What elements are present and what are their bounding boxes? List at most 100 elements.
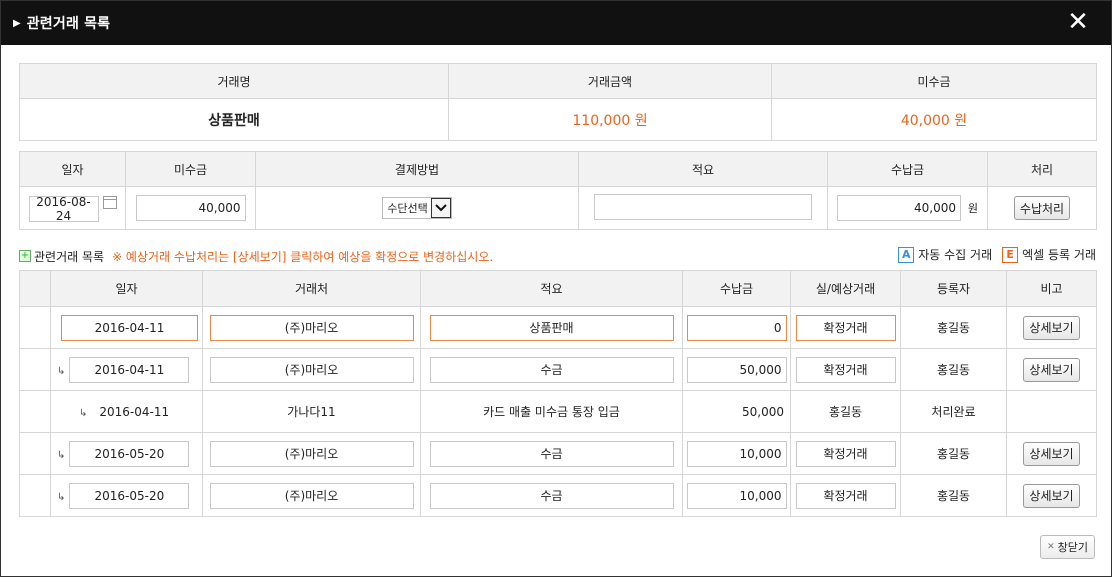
date-cell: ↳ 2016-04-11 — [50, 390, 203, 433]
amount-field[interactable]: 10,000 — [686, 482, 787, 509]
payment-outstanding-input[interactable]: 40,000 — [135, 195, 246, 221]
payment-table: 일자 미수금 결제방법 적요 수납금 처리 2016-08-24 40,000 … — [19, 151, 1097, 230]
triangle-icon: ▶ — [13, 17, 21, 29]
list-header-amount: 수납금 — [682, 270, 791, 307]
payment-received-input[interactable]: 40,000 — [837, 195, 962, 221]
date-cell: ↳ 2016-05-20 — [50, 432, 203, 475]
date-field[interactable]: 2016-05-20 — [69, 440, 190, 467]
client-cell: (주)마리오 — [202, 348, 421, 391]
related-transactions-dialog: ▶ 관련거래 목록 ✕ 거래명 거래금액 미수금 상품판매 110,000 원 … — [0, 0, 1112, 577]
user-cell: 홍길동 — [900, 348, 1007, 391]
list-header-remark: 비고 — [1006, 270, 1097, 307]
list-header-blank — [19, 270, 51, 307]
payment-memo-cell — [578, 186, 828, 230]
legend-auto: A 자동 수집 거래 — [898, 246, 992, 263]
user-cell: 홍길동 — [900, 432, 1007, 475]
section-note: ※ 예상거래 수납처리는 [상세보기] 클릭하여 예상을 확정으로 변경하십시오… — [112, 249, 494, 264]
amount-field[interactable]: 50,000 — [686, 356, 787, 383]
payment-memo-input[interactable] — [594, 193, 812, 220]
chevron-down-icon[interactable] — [430, 198, 451, 218]
summary-header-outstanding: 미수금 — [771, 63, 1097, 99]
sub-row-arrow-icon: ↳ — [79, 407, 88, 419]
dialog-footer: ✕ 창닫기 — [1040, 535, 1095, 559]
client-field[interactable]: (주)마리오 — [209, 440, 414, 467]
payment-header-process: 처리 — [987, 151, 1097, 187]
summary-outstanding: 40,000 원 — [771, 98, 1097, 141]
kind-field[interactable]: 확정거래 — [795, 314, 896, 341]
summary-name: 상품판매 — [19, 98, 449, 141]
process-payment-button[interactable]: 수납처리 — [1013, 196, 1071, 220]
kind-cell: 홍길동 — [790, 390, 901, 433]
detail-button[interactable]: 상세보기 — [1023, 483, 1080, 508]
calendar-icon[interactable] — [102, 195, 117, 209]
memo-field[interactable]: 수금 — [429, 440, 674, 467]
date-field[interactable]: 2016-05-20 — [69, 482, 190, 509]
client-cell: (주)마리오 — [202, 306, 421, 349]
action-cell — [1006, 390, 1097, 433]
action-cell: 상세보기 — [1006, 474, 1097, 517]
amount-field[interactable]: 0 — [686, 314, 787, 341]
add-list-icon: + — [19, 250, 31, 262]
kind-field[interactable]: 확정거래 — [795, 482, 896, 509]
client-field[interactable]: (주)마리오 — [209, 482, 414, 509]
detail-button[interactable]: 상세보기 — [1023, 315, 1080, 340]
kind-field[interactable]: 확정거래 — [795, 356, 896, 383]
amount-field[interactable]: 10,000 — [686, 440, 787, 467]
client-field[interactable]: (주)마리오 — [209, 356, 414, 383]
summary-table: 거래명 거래금액 미수금 상품판매 110,000 원 40,000 원 — [19, 63, 1097, 141]
client-cell: (주)마리오 — [202, 432, 421, 475]
amount-cell: 0 — [682, 306, 791, 349]
legend-excel-label: 엑셀 등록 거래 — [1022, 248, 1096, 262]
payment-header-received: 수납금 — [827, 151, 988, 187]
detail-button[interactable]: 상세보기 — [1023, 441, 1080, 466]
payment-method-cell: 수단선택 — [255, 186, 579, 230]
memo-cell: 수금 — [420, 474, 683, 517]
client-cell: 가나다11 — [202, 390, 421, 433]
amount-cell: 50,000 — [682, 348, 791, 391]
payment-received-unit: 원 — [967, 202, 978, 215]
date-field[interactable]: 2016-04-11 — [61, 314, 198, 341]
legend: A 자동 수집 거래 E 엑셀 등록 거래 — [898, 246, 1096, 263]
memo-cell: 수금 — [420, 432, 683, 475]
row-select-cell — [19, 306, 51, 349]
payment-header-method: 결제방법 — [255, 151, 579, 187]
list-header-kind: 실/예상거래 — [790, 270, 901, 307]
summary-header-amount: 거래금액 — [448, 63, 772, 99]
payment-header-memo: 적요 — [578, 151, 828, 187]
kind-field[interactable]: 확정거래 — [795, 440, 896, 467]
payment-method-value: 수단선택 — [387, 202, 428, 215]
payment-date-cell: 2016-08-24 — [19, 186, 126, 230]
payment-date-input[interactable]: 2016-08-24 — [28, 195, 99, 223]
list-header-memo: 적요 — [420, 270, 683, 307]
action-cell: 상세보기 — [1006, 348, 1097, 391]
row-select-cell — [19, 432, 51, 475]
table-row: ↳ 2016-04-11 (주)마리오 수금 50,000 확정거래 홍길동 상… — [19, 348, 1097, 391]
kind-cell: 확정거래 — [790, 306, 901, 349]
close-icon[interactable]: ✕ — [1067, 9, 1089, 35]
amount-cell: 50,000 — [682, 390, 791, 433]
kind-cell: 확정거래 — [790, 348, 901, 391]
memo-field[interactable]: 수금 — [429, 356, 674, 383]
row-select-cell — [19, 348, 51, 391]
payment-process-cell: 수납처리 — [987, 186, 1097, 230]
list-header-date: 일자 — [50, 270, 203, 307]
kind-cell: 확정거래 — [790, 432, 901, 475]
close-window-button[interactable]: ✕ 창닫기 — [1040, 535, 1095, 559]
close-window-label: 창닫기 — [1057, 541, 1088, 554]
memo-field[interactable]: 수금 — [429, 482, 674, 509]
dialog-title: 관련거래 목록 — [26, 16, 111, 32]
memo-field[interactable]: 상품판매 — [429, 314, 674, 341]
date-cell: ↳ 2016-05-20 — [50, 474, 203, 517]
detail-button[interactable]: 상세보기 — [1023, 357, 1080, 382]
payment-method-select[interactable]: 수단선택 — [382, 197, 452, 219]
row-select-cell — [19, 390, 51, 433]
date-field[interactable]: 2016-04-11 — [69, 356, 190, 383]
client-field[interactable]: (주)마리오 — [209, 314, 414, 341]
date-cell: 2016-04-11 — [50, 306, 203, 349]
summary-header-name: 거래명 — [19, 63, 449, 99]
user-cell: 홍길동 — [900, 474, 1007, 517]
table-row: ↳ 2016-04-11 가나다11 카드 매출 미수금 통장 입금 50,000… — [19, 390, 1097, 433]
auto-collect-icon: A — [898, 246, 915, 263]
client-cell: (주)마리오 — [202, 474, 421, 517]
memo-cell: 카드 매출 미수금 통장 입금 — [420, 390, 683, 433]
